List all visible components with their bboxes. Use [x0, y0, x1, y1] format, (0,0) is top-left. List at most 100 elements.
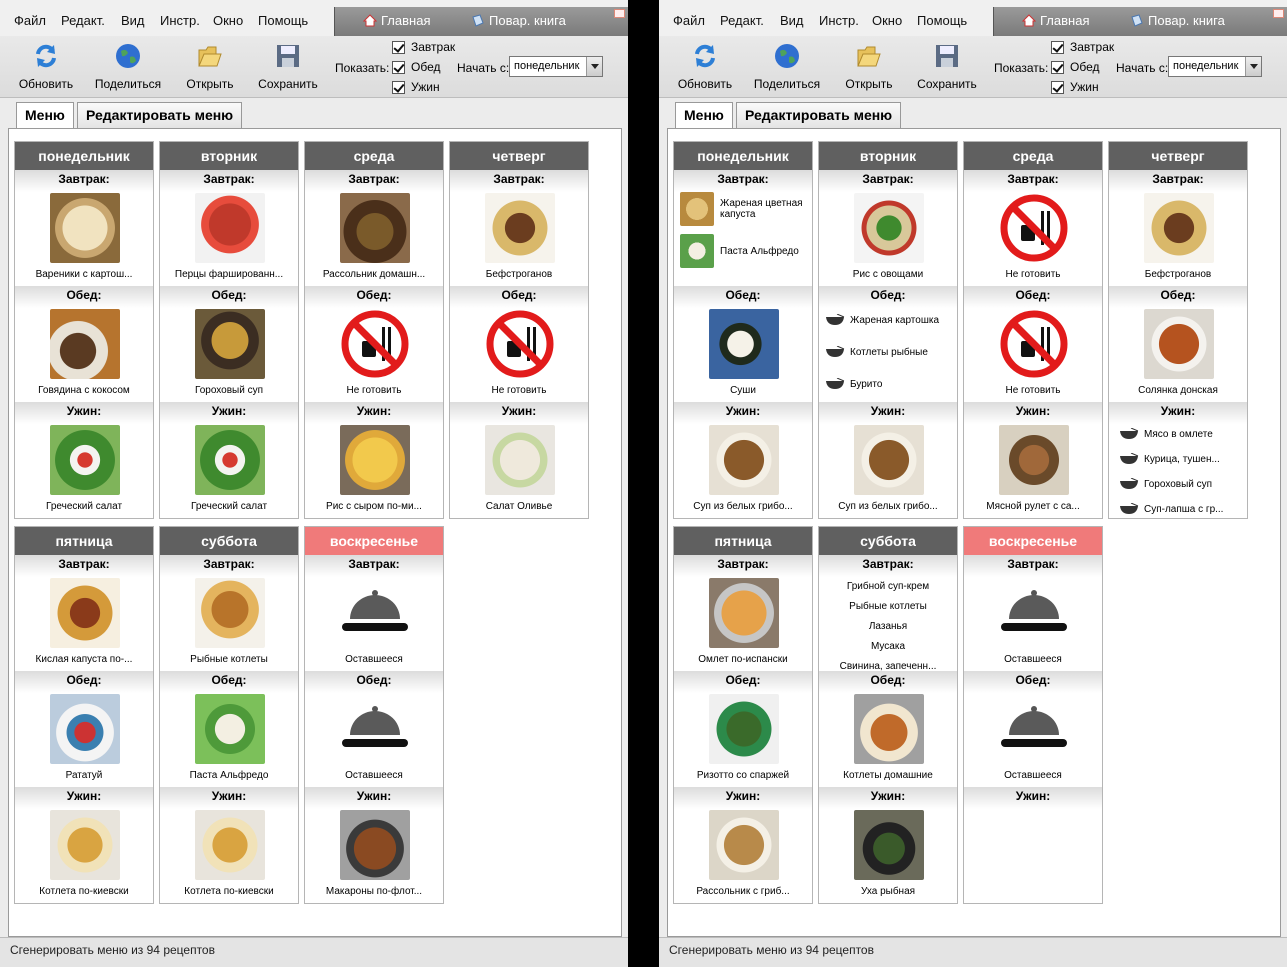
dish-image[interactable] [485, 425, 555, 495]
home-link[interactable]: Главная [1022, 13, 1089, 28]
dinner-slot[interactable]: Ужин: Греческий салат [15, 402, 153, 518]
list-item[interactable]: Грибной суп-крем [819, 577, 957, 597]
chevron-down-icon[interactable] [586, 57, 602, 76]
checkbox-checked[interactable] [1051, 60, 1064, 74]
lunch-slot[interactable]: Обед: Суши [674, 286, 812, 402]
lunch-slot[interactable]: Обед: Гороховый суп [160, 286, 298, 402]
cookbook-link[interactable]: Повар. книга [1130, 13, 1225, 28]
list-item[interactable]: Котлеты рыбные [825, 340, 953, 364]
dish-image[interactable] [195, 694, 265, 764]
dish-image[interactable] [1144, 309, 1214, 379]
checkbox-checked[interactable] [392, 60, 405, 74]
breakfast-slot[interactable]: Завтрак: Рассольник домашн... [305, 170, 443, 286]
list-item[interactable]: Паста Альфредо [680, 234, 808, 268]
dish-image[interactable] [340, 810, 410, 880]
dish-image[interactable] [854, 425, 924, 495]
dinner-slot[interactable]: Ужин: Греческий салат [160, 402, 298, 518]
dinner-slot[interactable]: Ужин: Мясо в омлете Курица, тушен... Гор… [1109, 402, 1247, 518]
dinner-slot[interactable]: Ужин: Уха рыбная [819, 787, 957, 903]
dinner-slot[interactable]: Ужин: Суп из белых грибо... [819, 402, 957, 518]
dish-image[interactable] [854, 810, 924, 880]
checkbox-checked[interactable] [1051, 80, 1064, 94]
menu-tools[interactable]: Инстр. [819, 13, 859, 28]
list-item[interactable]: Жареная цветная капуста [680, 192, 808, 226]
tab-edit-menu[interactable]: Редактировать меню [736, 102, 902, 128]
menu-help[interactable]: Помощь [917, 13, 967, 28]
lunch-checkbox[interactable]: Обед [1051, 60, 1099, 74]
breakfast-slot[interactable]: Завтрак: Рис с овощами [819, 170, 957, 286]
dish-image[interactable] [854, 694, 924, 764]
calendar-corner-icon[interactable] [614, 9, 625, 18]
lunch-slot[interactable]: Обед: Не готовить [450, 286, 588, 402]
dinner-slot[interactable]: Ужин: Рассольник с гриб... [674, 787, 812, 903]
list-item[interactable]: Гороховый суп [1119, 472, 1247, 496]
dish-image[interactable] [50, 810, 120, 880]
dish-image[interactable] [1144, 193, 1214, 263]
dish-image[interactable] [50, 425, 120, 495]
share-button[interactable]: Поделиться [747, 40, 827, 91]
breakfast-slot[interactable]: Завтрак: Оставшееся [305, 555, 443, 671]
lunch-slot[interactable]: Обед: Не готовить [305, 286, 443, 402]
calendar-corner-icon[interactable] [1273, 9, 1284, 18]
breakfast-slot[interactable]: Завтрак: Рыбные котлеты [160, 555, 298, 671]
open-button[interactable]: Открыть [170, 40, 250, 91]
tab-menu[interactable]: Меню [675, 102, 733, 129]
menu-file[interactable]: Файл [673, 13, 705, 28]
menu-window[interactable]: Окно [213, 13, 243, 28]
checkbox-checked[interactable] [392, 40, 405, 54]
list-item[interactable]: Суп-лапша с гр... [1119, 497, 1247, 521]
lunch-slot[interactable]: Обед: Оставшееся [305, 671, 443, 787]
dish-image[interactable] [340, 193, 410, 263]
dish-image[interactable] [709, 425, 779, 495]
lunch-slot[interactable]: Обед: Солянка донская [1109, 286, 1247, 402]
dish-image[interactable] [50, 578, 120, 648]
refresh-button[interactable]: Обновить [665, 40, 745, 91]
dinner-slot[interactable]: Ужин: Рис с сыром по-ми... [305, 402, 443, 518]
dish-image[interactable] [340, 425, 410, 495]
dish-image[interactable] [709, 694, 779, 764]
menu-view[interactable]: Вид [121, 13, 145, 28]
lunch-slot[interactable]: Обед: Рататуй [15, 671, 153, 787]
dish-image[interactable] [709, 309, 779, 379]
save-button[interactable]: Сохранить [248, 40, 328, 91]
menu-tools[interactable]: Инстр. [160, 13, 200, 28]
dish-image[interactable] [50, 694, 120, 764]
list-item[interactable]: Жареная картошка [825, 308, 953, 332]
dinner-slot[interactable]: Ужин: Котлета по-киевски [15, 787, 153, 903]
lunch-slot[interactable]: Обед: Не готовить [964, 286, 1102, 402]
breakfast-slot[interactable]: Завтрак: Жареная цветная капуста Паста А… [674, 170, 812, 286]
lunch-slot[interactable]: Обед: Паста Альфредо [160, 671, 298, 787]
dinner-slot[interactable]: Ужин: Котлета по-киевски [160, 787, 298, 903]
dish-image[interactable] [195, 810, 265, 880]
refresh-button[interactable]: Обновить [6, 40, 86, 91]
list-item[interactable]: Рыбные котлеты [819, 597, 957, 617]
checkbox-checked[interactable] [392, 80, 405, 94]
checkbox-checked[interactable] [1051, 40, 1064, 54]
dinner-slot[interactable]: Ужин: Мясной рулет с са... [964, 402, 1102, 518]
tab-menu[interactable]: Меню [16, 102, 74, 129]
list-item[interactable]: Мясо в омлете [1119, 422, 1247, 446]
breakfast-slot[interactable]: Завтрак: Омлет по-испански [674, 555, 812, 671]
lunch-slot[interactable]: Обед: Ризотто со спаржей [674, 671, 812, 787]
breakfast-slot[interactable]: Завтрак: Оставшееся [964, 555, 1102, 671]
dinner-slot[interactable]: Ужин: [964, 787, 1102, 903]
breakfast-checkbox[interactable]: Завтрак [1051, 40, 1114, 54]
menu-edit[interactable]: Редакт. [61, 13, 105, 28]
start-day-select[interactable]: понедельник [509, 56, 603, 77]
list-item[interactable]: Курица, тушен... [1119, 447, 1247, 471]
dish-image[interactable] [709, 810, 779, 880]
breakfast-slot[interactable]: Завтрак: Не готовить [964, 170, 1102, 286]
menu-help[interactable]: Помощь [258, 13, 308, 28]
list-item[interactable]: Лазанья [819, 617, 957, 637]
open-button[interactable]: Открыть [829, 40, 909, 91]
dish-image[interactable] [854, 193, 924, 263]
lunch-slot[interactable]: Обед: Оставшееся [964, 671, 1102, 787]
list-item[interactable]: Бурито [825, 372, 953, 396]
dish-image[interactable] [999, 425, 1069, 495]
home-link[interactable]: Главная [363, 13, 430, 28]
breakfast-checkbox[interactable]: Завтрак [392, 40, 455, 54]
breakfast-slot[interactable]: Завтрак: Вареники с картош... [15, 170, 153, 286]
dinner-checkbox[interactable]: Ужин [1051, 80, 1099, 94]
save-button[interactable]: Сохранить [907, 40, 987, 91]
status-bar[interactable]: Сгенерировать меню из 94 рецептов [0, 937, 628, 967]
